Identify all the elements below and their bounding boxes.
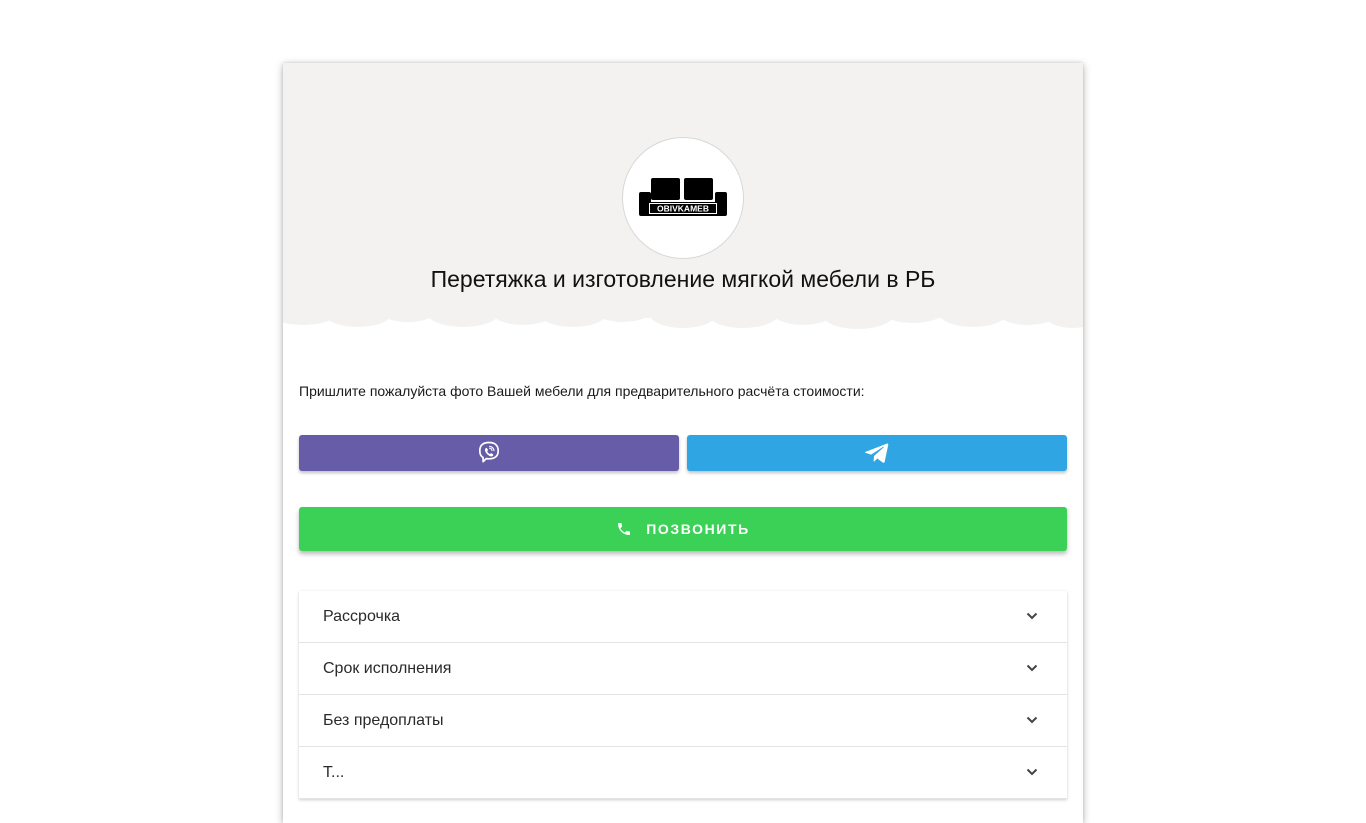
accordion-item-deadline[interactable]: Срок исполнения <box>299 643 1067 695</box>
accordion-item-label: Т... <box>323 763 345 781</box>
logo-avatar: OBIVKAMEB <box>623 138 743 258</box>
accordion-item-partial[interactable]: Т... <box>299 747 1067 799</box>
chevron-down-icon <box>1026 768 1038 776</box>
accordion-item-no-prepayment[interactable]: Без предоплаты <box>299 695 1067 747</box>
viber-icon <box>478 441 500 463</box>
phone-icon <box>618 523 631 535</box>
call-button-label: ПОЗВОНИТЬ <box>646 521 750 537</box>
logo-text: OBIVKAMEB <box>657 204 709 214</box>
chevron-down-icon <box>1026 664 1038 672</box>
intro-text: Пришлите пожалуйста фото Вашей мебели дл… <box>299 383 865 399</box>
chevron-down-icon <box>1026 716 1038 724</box>
cloud-edge-decoration <box>283 301 1083 329</box>
accordion-item-label: Без предоплаты <box>323 711 444 729</box>
call-button[interactable]: ПОЗВОНИТЬ <box>299 507 1067 551</box>
telegram-button[interactable] <box>687 435 1067 471</box>
profile-card: OBIVKAMEB Перетяжка и изготовление мягко… <box>283 63 1083 823</box>
chevron-down-icon <box>1026 612 1038 620</box>
accordion-item-label: Рассрочка <box>323 607 401 625</box>
accordion-item-installment[interactable]: Рассрочка <box>299 591 1067 643</box>
viber-button[interactable] <box>299 435 679 471</box>
telegram-icon <box>865 443 889 463</box>
accordion-item-label: Срок исполнения <box>323 659 452 677</box>
page-title: Перетяжка и изготовление мягкой мебели в… <box>430 266 936 292</box>
sofa-logo-icon: OBIVKAMEB <box>639 178 727 216</box>
